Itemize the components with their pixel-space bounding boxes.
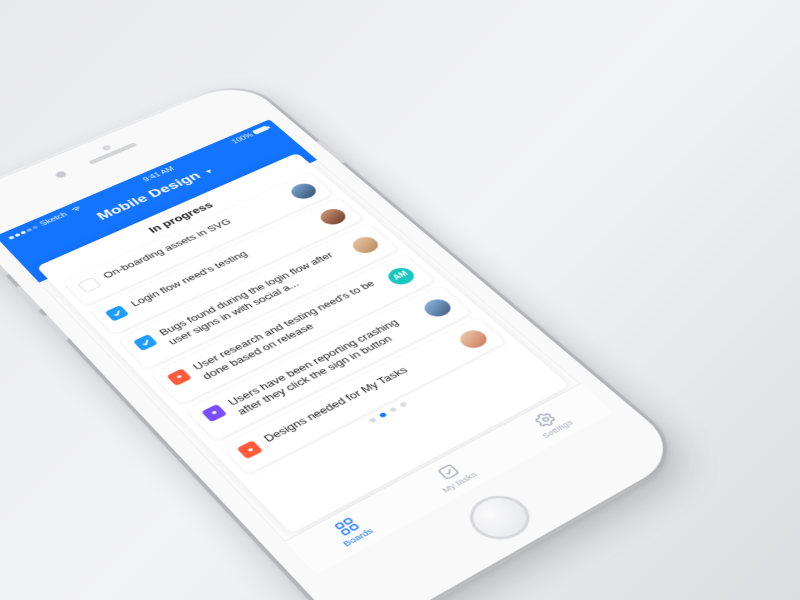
task-checkbox[interactable] <box>77 277 101 293</box>
assignee-avatar[interactable] <box>316 206 350 227</box>
assignee-avatar[interactable] <box>348 234 383 256</box>
tab-mytasks[interactable]: My tasks <box>426 457 480 495</box>
tab-settings[interactable]: Settings <box>525 406 575 441</box>
task-checkbox[interactable] <box>237 440 264 459</box>
task-checkbox[interactable] <box>166 368 192 386</box>
task-title: Users have been reporting crashing after… <box>225 308 430 418</box>
wifi-icon <box>70 205 85 214</box>
task-title: Designs needed for My Tasks <box>261 342 457 446</box>
boards-icon <box>332 515 363 538</box>
tab-label: Boards <box>341 527 375 549</box>
home-button[interactable] <box>458 487 542 548</box>
tab-boards[interactable]: Boards <box>327 513 375 549</box>
task-checkbox[interactable] <box>201 404 227 422</box>
tab-bar: Boards My tasks Sett <box>284 383 613 574</box>
chevron-down-icon: ▾ <box>203 167 215 175</box>
task-checkbox[interactable] <box>133 334 158 351</box>
phone-mockup: Sketch 9:41 AM 100% Mobile Design <box>0 79 687 600</box>
app-screen: Sketch 9:41 AM 100% Mobile Design <box>0 119 614 574</box>
task-checkbox[interactable] <box>105 305 130 322</box>
tasks-icon <box>433 461 463 483</box>
tab-label: Settings <box>540 419 575 441</box>
page-indicator <box>253 347 515 483</box>
battery-pct: 100% <box>230 132 255 145</box>
task-card[interactable]: Designs needed for My Tasks <box>221 318 506 475</box>
tab-label: My tasks <box>440 471 480 495</box>
gear-icon <box>531 409 561 429</box>
assignee-avatar[interactable] <box>420 296 456 320</box>
assignee-avatar[interactable] <box>287 181 321 202</box>
battery-icon <box>252 125 270 134</box>
assignee-avatar[interactable] <box>455 327 492 352</box>
assignee-avatar[interactable]: AM <box>383 265 418 288</box>
